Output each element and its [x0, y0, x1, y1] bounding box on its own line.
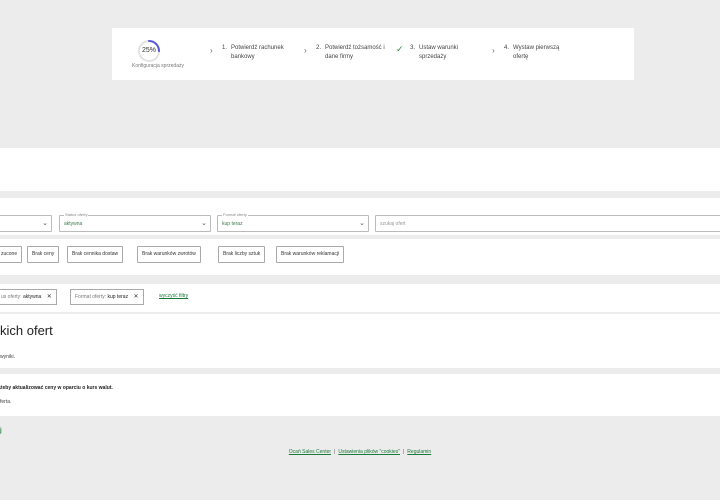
chevron-down-icon: ⌄: [359, 220, 365, 227]
checkmark-icon: ✓: [396, 44, 404, 54]
filter-key: Format oferty:: [75, 294, 107, 300]
status-value: aktywna: [64, 221, 83, 227]
progress-ring: 25%: [136, 38, 162, 64]
chip-brak-warunkow-reklamacji[interactable]: Brak warunków reklamacji: [276, 246, 345, 263]
notice-band: [0, 374, 720, 416]
format-select[interactable]: Format oferty kup teraz ⌄: [217, 212, 369, 232]
step-label: Potwierdź tożsamość i: [325, 45, 385, 51]
chip-brak-ceny[interactable]: Brak ceny: [27, 246, 60, 263]
close-icon[interactable]: ✕: [133, 294, 138, 300]
footer-link-cookies[interactable]: Ustawienia plików "cookies": [338, 449, 400, 455]
chevron-right-icon: ›: [304, 46, 307, 55]
step-label: ofertę: [513, 54, 529, 60]
clear-filters-link[interactable]: wyczyść filtry: [159, 293, 188, 299]
active-filter-format: Format oferty: kup teraz ✕: [70, 289, 144, 305]
notice-title: żeby aktualizować ceny w oparciu o kurs …: [0, 385, 113, 391]
header-band: [0, 148, 720, 191]
status-select[interactable]: Status oferty aktywna ⌄: [59, 212, 211, 232]
category-select[interactable]: ⌄: [0, 215, 52, 232]
chevron-down-icon: ⌄: [42, 220, 48, 227]
results-text: wyniki.: [0, 354, 16, 360]
step-4[interactable]: 4. Wystaw pierwszą ofertę: [504, 44, 559, 60]
chip-brak-warunkow-zwrotow[interactable]: Brak warunków zwrotów: [137, 246, 201, 263]
step-label: dane firmy: [325, 54, 354, 60]
footer-separator: |: [402, 449, 405, 455]
chevron-right-icon: ›: [492, 46, 495, 55]
step-number: 2.: [316, 45, 322, 51]
step-number: 4.: [504, 45, 510, 51]
active-filter-status: us oferty: aktywna ✕: [0, 289, 57, 305]
close-icon[interactable]: ✕: [47, 294, 52, 300]
footer-link-regulamin[interactable]: Regulamin: [407, 449, 431, 455]
step-label: sprzedaży: [419, 54, 447, 60]
step-label: Wystaw pierwszą: [513, 45, 560, 51]
chevron-down-icon: ⌄: [201, 220, 207, 227]
search-input[interactable]: szukaj ofert: [375, 215, 720, 232]
search-placeholder: szukaj ofert: [380, 221, 406, 227]
progress-percent: 25%: [141, 47, 156, 54]
chevron-right-icon: ›: [210, 46, 213, 55]
step-1[interactable]: 1. Potwierdź rachunek bankowy: [222, 44, 284, 60]
results-band: [0, 314, 720, 368]
filter-key: us oferty:: [1, 294, 22, 300]
filter-value: aktywna: [22, 294, 42, 300]
config-label: Konfiguracja sprzedaży: [132, 63, 184, 69]
step-3[interactable]: 3. Ustaw warunki sprzedaży: [410, 44, 458, 60]
footer-link-sales-center[interactable]: Ocań Sales Center: [289, 449, 331, 455]
step-number: 3.: [410, 45, 416, 51]
step-label: Potwierdź rachunek: [231, 45, 284, 51]
step-label: Ustaw warunki: [419, 45, 459, 51]
chip-zucone[interactable]: zucone: [0, 246, 23, 263]
format-value: kup teraz: [222, 221, 243, 227]
chip-brak-cennika-dostaw[interactable]: Brak cennika dostaw: [67, 246, 124, 263]
step-2[interactable]: 2. Potwierdź tożsamość i dane firmy: [316, 44, 385, 60]
page-title: kich ofert: [0, 323, 53, 338]
notice-text: ferta.: [0, 399, 12, 405]
footer-separator: |: [334, 449, 336, 455]
footer: Ocań Sales Center | Ustawienia plików "coo…: [0, 449, 720, 455]
onboarding-progress-card: 25% Konfiguracja sprzedaży › 1. Potwierd…: [112, 28, 634, 80]
step-label: bankowy: [231, 54, 255, 60]
green-link-fragment[interactable]: j: [0, 428, 2, 434]
format-label: Format oferty: [222, 212, 248, 218]
status-label: Status oferty: [64, 212, 89, 218]
chip-brak-liczby-sztuk[interactable]: Brak liczby sztuk: [218, 246, 266, 263]
filter-value: kup teraz: [107, 294, 129, 300]
step-number: 1.: [222, 45, 228, 51]
